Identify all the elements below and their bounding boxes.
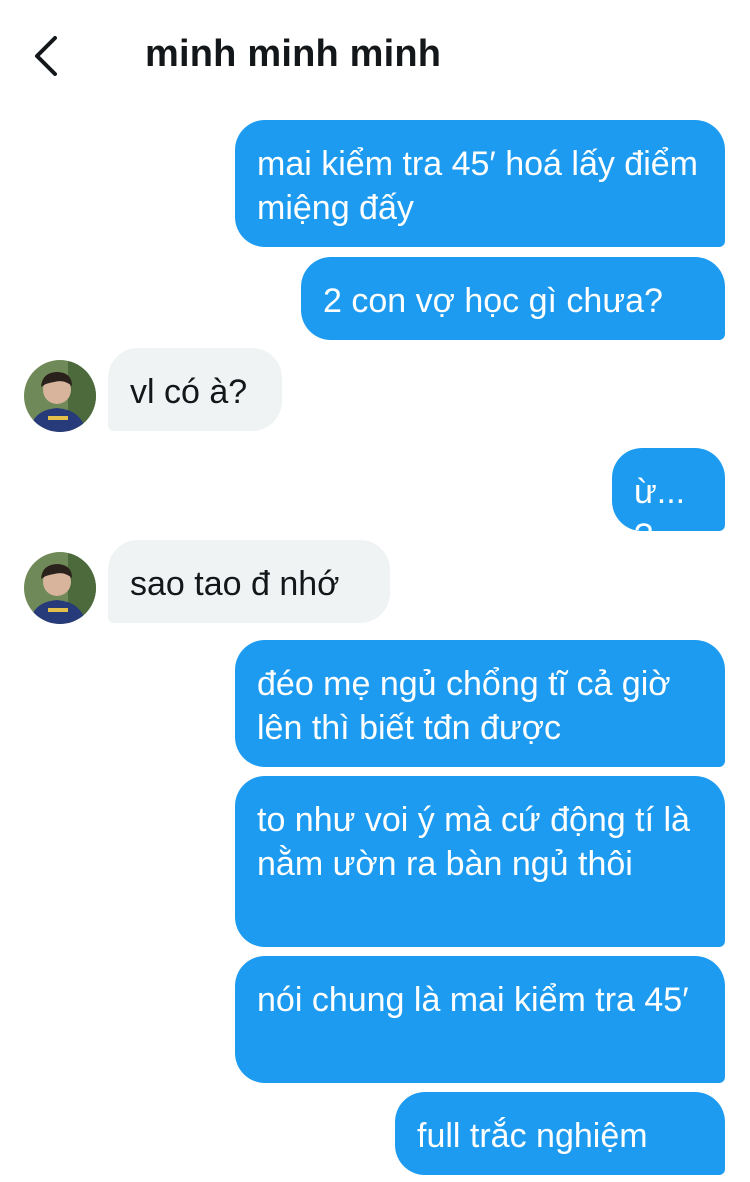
outgoing-message[interactable]: đéo mẹ ngủ chổng tĩ cả giờ lên thì biết …: [235, 640, 725, 767]
message-text: đéo mẹ ngủ chổng tĩ cả giờ lên thì biết …: [257, 665, 671, 747]
contact-name[interactable]: minh minh minh: [145, 33, 441, 76]
incoming-message[interactable]: vl có à?: [108, 348, 282, 431]
contact-avatar[interactable]: [24, 552, 96, 624]
outgoing-message[interactable]: to như voi ý mà cứ động tí là nằm ườn ra…: [235, 776, 725, 947]
outgoing-message[interactable]: nói chung là mai kiểm tra 45′: [235, 956, 725, 1083]
message-text: sao tao đ nhớ: [130, 565, 340, 603]
message-text: ừ...?: [634, 473, 686, 555]
outgoing-message[interactable]: 2 con vợ học gì chưa?: [301, 257, 725, 340]
message-text: full trắc nghiệm: [417, 1117, 648, 1155]
message-text: to như voi ý mà cứ động tí là nằm ườn ra…: [257, 801, 690, 883]
outgoing-message[interactable]: full trắc nghiệm: [395, 1092, 725, 1175]
message-text: vl có à?: [130, 373, 248, 411]
message-text: nói chung là mai kiểm tra 45′: [257, 981, 689, 1019]
back-button[interactable]: [24, 30, 68, 82]
incoming-message[interactable]: sao tao đ nhớ: [108, 540, 390, 623]
chat-header: minh minh minh: [0, 0, 750, 110]
message-text: mai kiểm tra 45′ hoá lấy điểm miệng đấy: [257, 145, 699, 227]
contact-avatar[interactable]: [24, 360, 96, 432]
outgoing-message[interactable]: ừ...?: [612, 448, 725, 555]
outgoing-message[interactable]: mai kiểm tra 45′ hoá lấy điểm miệng đấy: [235, 120, 725, 247]
message-text: 2 con vợ học gì chưa?: [323, 282, 663, 320]
chevron-left-icon: [35, 36, 57, 76]
